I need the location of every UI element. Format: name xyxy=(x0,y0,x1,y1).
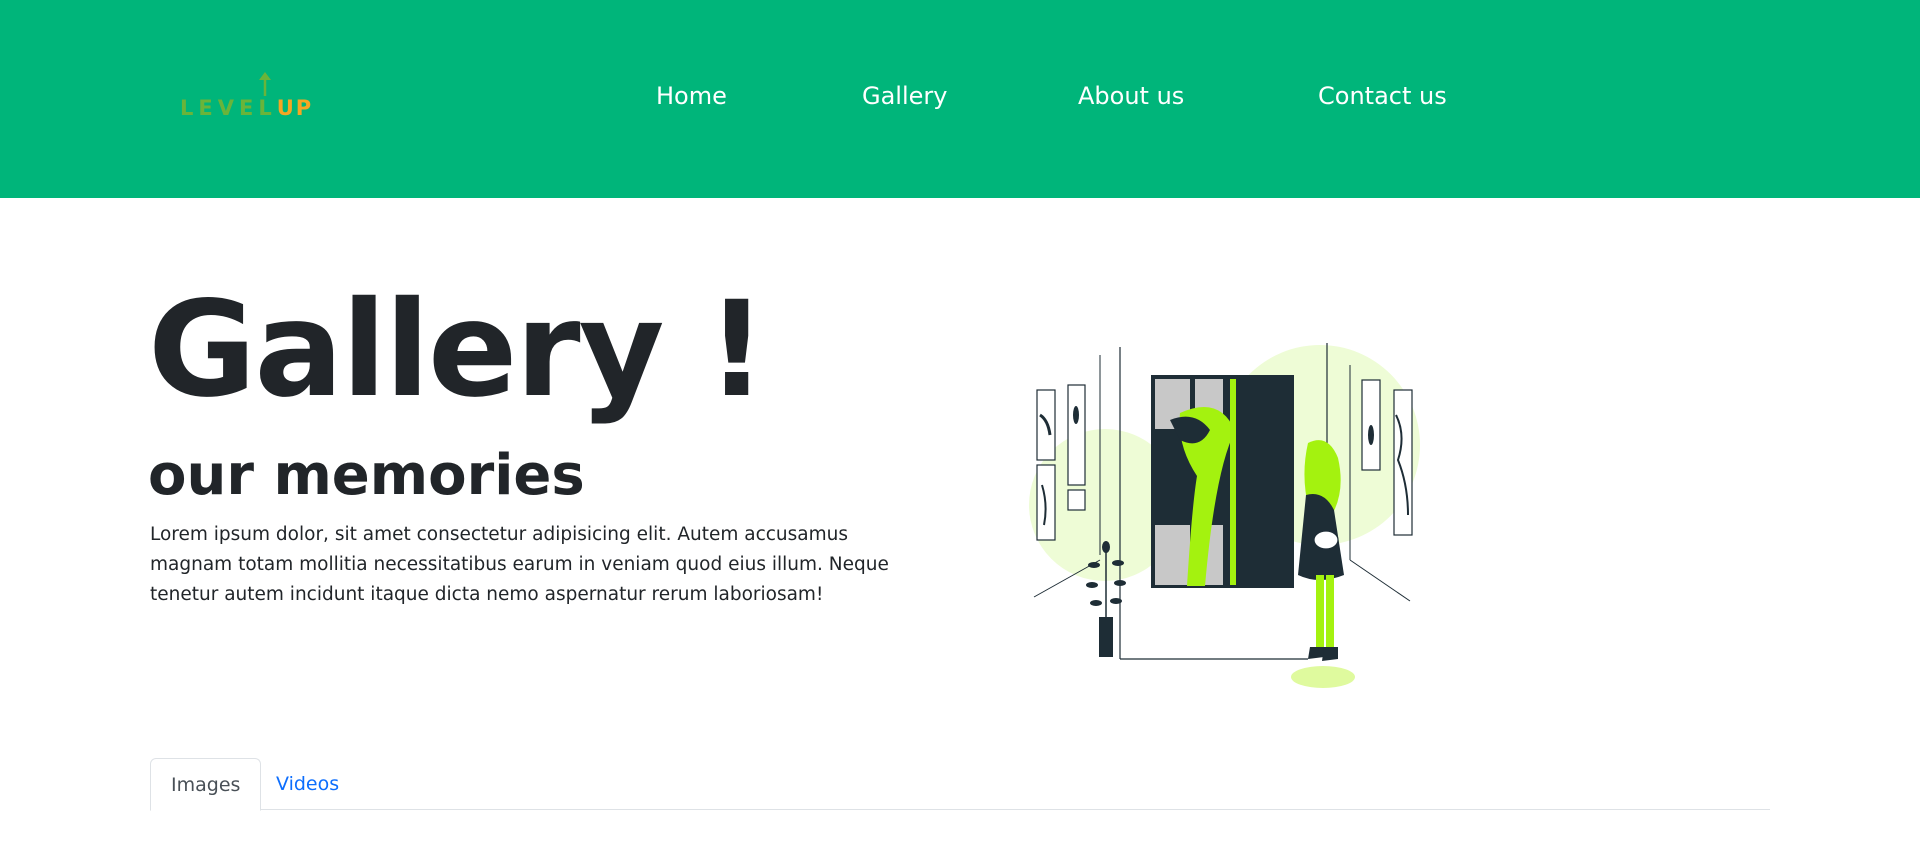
hero-description: Lorem ipsum dolor, sit amet consectetur … xyxy=(150,524,889,605)
levelup-logo[interactable]: LEVELUP xyxy=(180,72,311,122)
nav-about-us[interactable]: About us xyxy=(1078,82,1184,110)
navbar: LEVELUP Home Gallery About us Contact us xyxy=(0,0,1920,198)
nav-gallery[interactable]: Gallery xyxy=(862,82,947,110)
page-title: Gallery ! xyxy=(148,273,767,427)
logo-level-text: LEVEL xyxy=(180,96,277,120)
tab-videos[interactable]: Videos xyxy=(256,758,359,810)
tab-images[interactable]: Images xyxy=(150,758,262,811)
page-subtitle: our memories xyxy=(148,443,585,508)
media-tabs: Images Videos xyxy=(150,758,1770,811)
gallery-illustration xyxy=(1029,343,1420,688)
logo-up-text: UP xyxy=(276,96,314,120)
nav-home[interactable]: Home xyxy=(656,82,727,110)
nav-contact-us[interactable]: Contact us xyxy=(1318,82,1447,110)
arrow-up-icon xyxy=(259,72,271,96)
logo-text: LEVELUP xyxy=(180,96,313,120)
